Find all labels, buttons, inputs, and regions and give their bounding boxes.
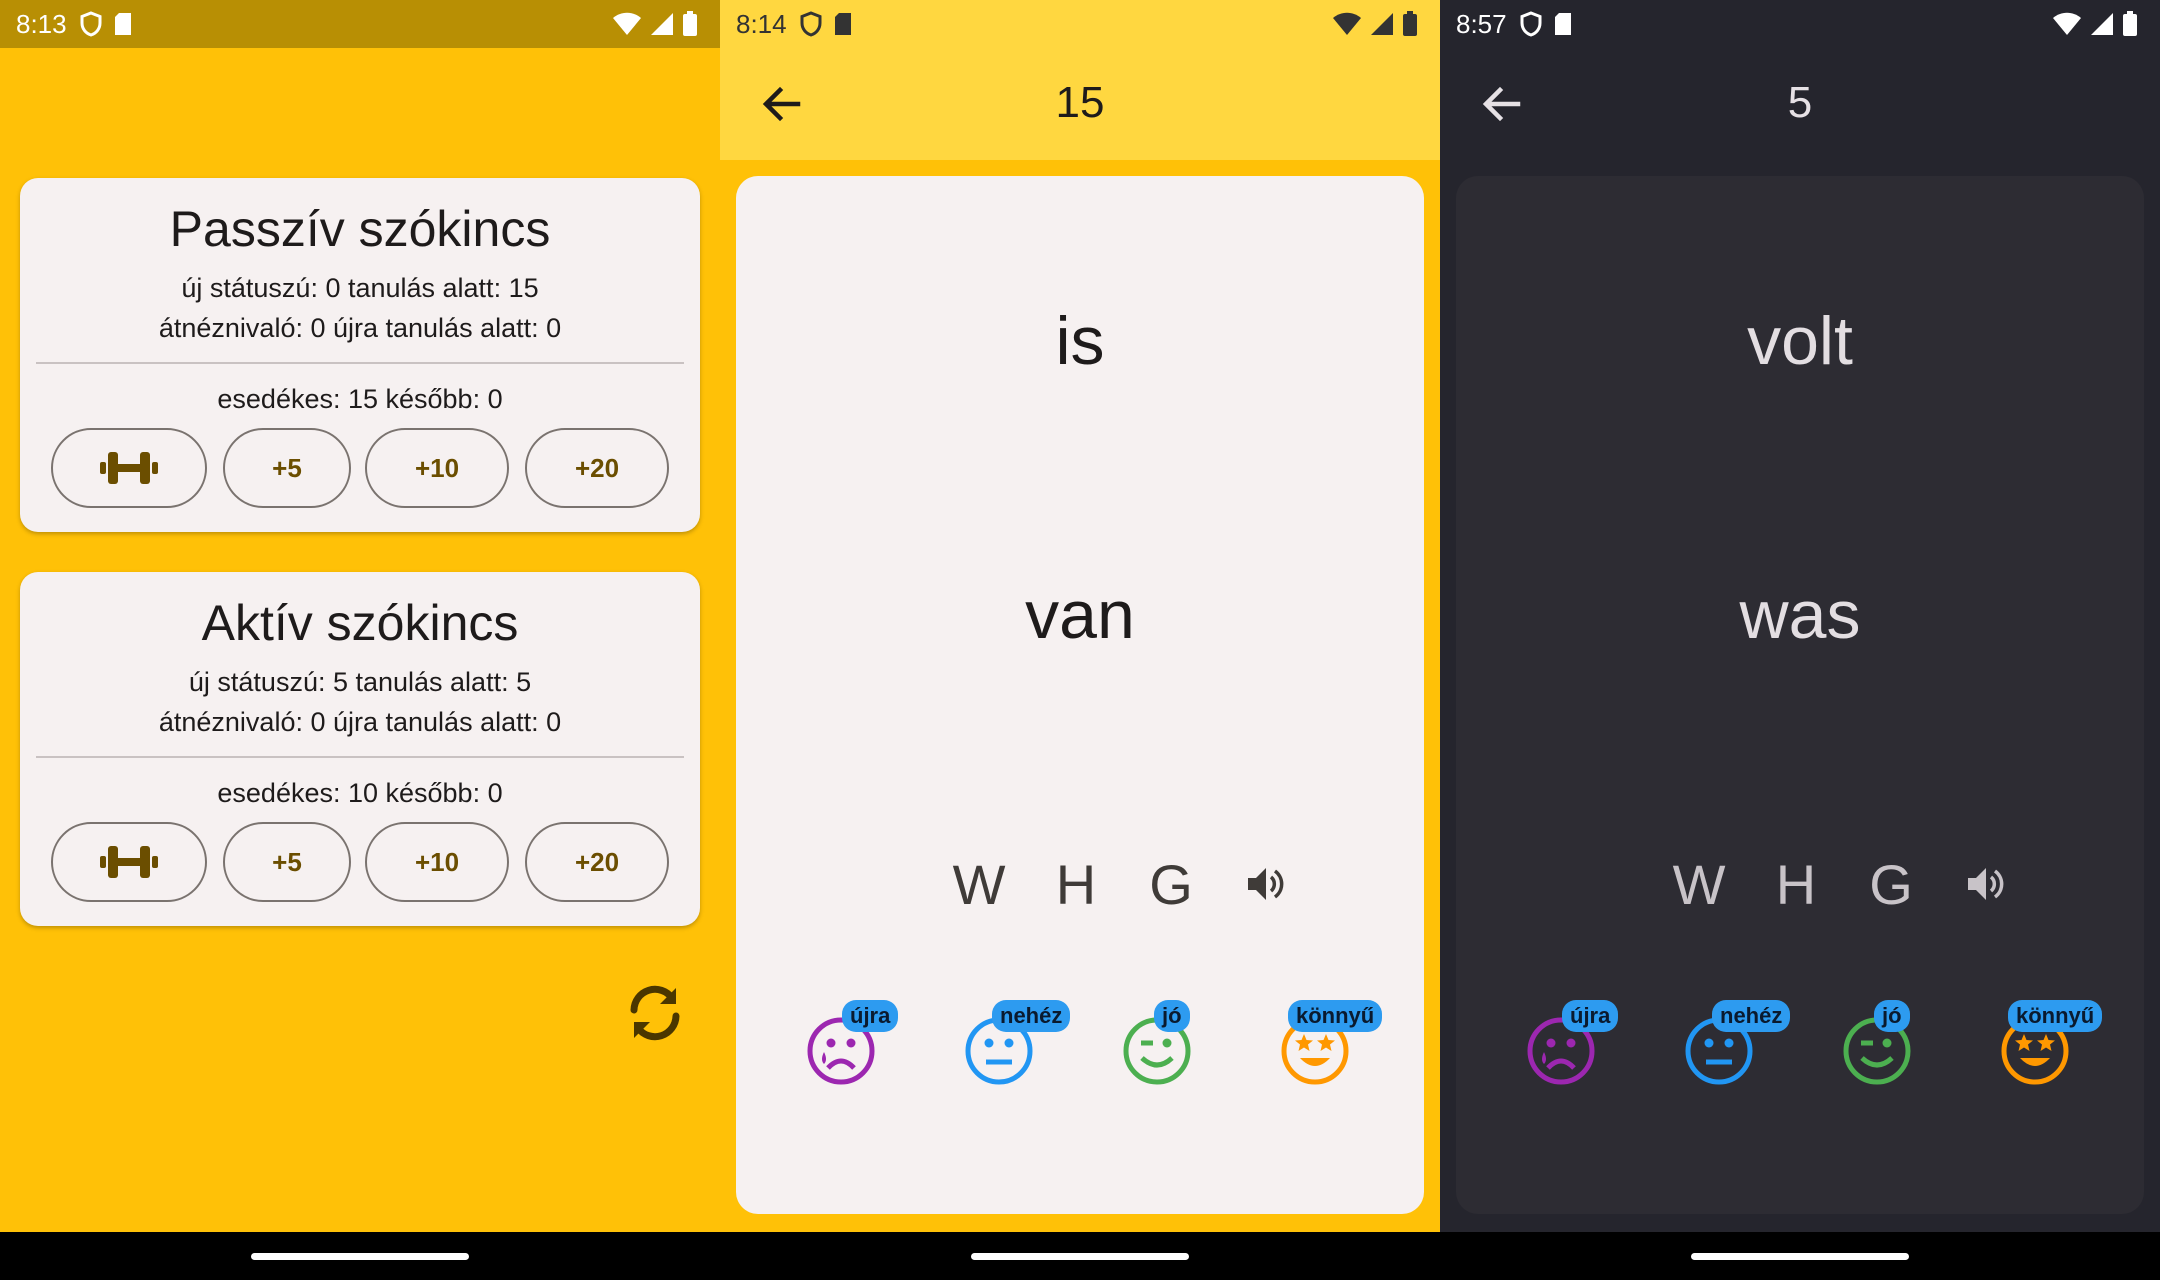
rating-hard-button[interactable]: nehéz (936, 976, 1071, 1086)
speaker-icon (1248, 868, 1284, 900)
dumbbell-icon (100, 846, 158, 878)
signal-icon (1371, 13, 1393, 35)
rating-label: könnyű (1288, 1000, 1383, 1032)
status-time: 8:13 (16, 8, 67, 39)
divider (36, 756, 684, 758)
shield-icon (1520, 11, 1542, 37)
hungarian-dictionary-button[interactable]: H (1761, 844, 1831, 924)
card-front-word: volt (1747, 303, 1853, 379)
home-handle[interactable] (971, 1253, 1189, 1260)
divider (36, 362, 684, 364)
sd-card-icon (1554, 13, 1571, 35)
status-time: 8:57 (1456, 8, 1507, 39)
train-button[interactable] (51, 428, 207, 508)
rating-hard-button[interactable]: nehéz (1656, 976, 1791, 1086)
deck-stats-new-learning: új státuszú: 5 tanulás alatt: 5 (188, 667, 532, 697)
sd-card-icon (834, 13, 851, 35)
navigation-bar (1440, 1232, 2160, 1280)
wifi-icon (613, 12, 641, 35)
signal-icon (651, 13, 673, 35)
home-handle[interactable] (251, 1253, 469, 1260)
rating-again-button[interactable]: újra (778, 976, 899, 1086)
shield-icon (800, 11, 822, 37)
signal-icon (2091, 13, 2113, 35)
wifi-icon (1333, 12, 1361, 35)
deck-overview-screen: 8:13 Passzív szókincs új státuszú: 0 tan… (0, 0, 720, 1280)
speak-button[interactable] (1951, 844, 2021, 924)
google-button[interactable]: G (1856, 844, 1926, 924)
deck-stats-new-learning: új státuszú: 0 tanulás alatt: 15 (181, 273, 539, 303)
status-bar: 8:13 (0, 0, 720, 48)
status-bar: 8:14 (720, 0, 1440, 48)
rating-label: nehéz (1712, 1000, 1791, 1032)
shield-icon (80, 11, 102, 37)
rating-good-button[interactable]: jó (1094, 976, 1204, 1086)
rating-label: nehéz (992, 1000, 1071, 1032)
lookup-tools: W H G (1456, 844, 2144, 924)
sd-card-icon (114, 13, 131, 35)
speak-button[interactable] (1231, 844, 1301, 924)
lookup-tools: W H G (736, 844, 1424, 924)
rating-easy-button[interactable]: könnyű (1252, 976, 1383, 1086)
wiktionary-button[interactable]: W (1664, 844, 1734, 924)
deck-stats-review-relearning: átnéznivaló: 0 újra tanulás alatt: 0 (158, 313, 562, 343)
add-5-button[interactable]: +5 (223, 428, 351, 508)
card-front-word: is (1055, 303, 1105, 379)
train-button[interactable] (51, 822, 207, 902)
wifi-icon (2053, 12, 2081, 35)
speaker-icon (1968, 868, 2004, 900)
refresh-icon[interactable] (624, 982, 686, 1044)
rating-label: jó (1874, 1000, 1910, 1032)
rating-label: újra (1562, 1000, 1619, 1032)
rating-label: jó (1154, 1000, 1190, 1032)
deck-card-active: Aktív szókincs új státuszú: 5 tanulás al… (20, 572, 700, 926)
rating-easy-button[interactable]: könnyű (1972, 976, 2103, 1086)
rating-again-button[interactable]: újra (1498, 976, 1619, 1086)
google-button[interactable]: G (1136, 844, 1206, 924)
add-10-button[interactable]: +10 (365, 822, 509, 902)
rating-label: újra (842, 1000, 899, 1032)
rating-label: könnyű (2008, 1000, 2103, 1032)
wiktionary-button[interactable]: W (944, 844, 1014, 924)
flashcard: is van W H G újra nehéz jó könnyű (736, 176, 1424, 1214)
deck-card-passive: Passzív szókincs új státuszú: 0 tanulás … (20, 178, 700, 532)
card-back-word: was (1739, 577, 1861, 653)
hungarian-dictionary-button[interactable]: H (1041, 844, 1111, 924)
battery-icon (1403, 11, 1417, 36)
deck-title: Aktív szókincs (201, 595, 519, 651)
home-handle[interactable] (1691, 1253, 1909, 1260)
status-bar: 8:57 (1440, 0, 2160, 48)
deck-stats-due: esedékes: 10 később: 0 (217, 778, 503, 808)
add-5-button[interactable]: +5 (223, 822, 351, 902)
app-bar: 15 (720, 48, 1440, 160)
remaining-count: 5 (1787, 78, 1813, 127)
dumbbell-icon (100, 452, 158, 484)
remaining-count: 15 (1055, 78, 1105, 127)
review-screen-dark: 8:57 5 volt was W H G újra nehéz jó könn… (1440, 0, 2160, 1280)
rating-good-button[interactable]: jó (1814, 976, 1924, 1086)
add-20-button[interactable]: +20 (525, 822, 669, 902)
deck-stats-due: esedékes: 15 később: 0 (217, 384, 503, 414)
battery-icon (2123, 11, 2137, 36)
flashcard: volt was W H G újra nehéz jó könnyű (1456, 176, 2144, 1214)
review-screen-light: 8:14 15 is van W H G újra nehéz jó könny… (720, 0, 1440, 1280)
deck-stats-review-relearning: átnéznivaló: 0 újra tanulás alatt: 0 (158, 707, 562, 737)
battery-icon (683, 11, 697, 36)
card-back-word: van (1025, 577, 1135, 653)
navigation-bar (720, 1232, 1440, 1280)
status-time: 8:14 (736, 8, 787, 39)
app-bar: 5 (1440, 48, 2160, 160)
add-20-button[interactable]: +20 (525, 428, 669, 508)
navigation-bar (0, 1232, 720, 1280)
deck-title: Passzív szókincs (169, 201, 551, 257)
add-10-button[interactable]: +10 (365, 428, 509, 508)
